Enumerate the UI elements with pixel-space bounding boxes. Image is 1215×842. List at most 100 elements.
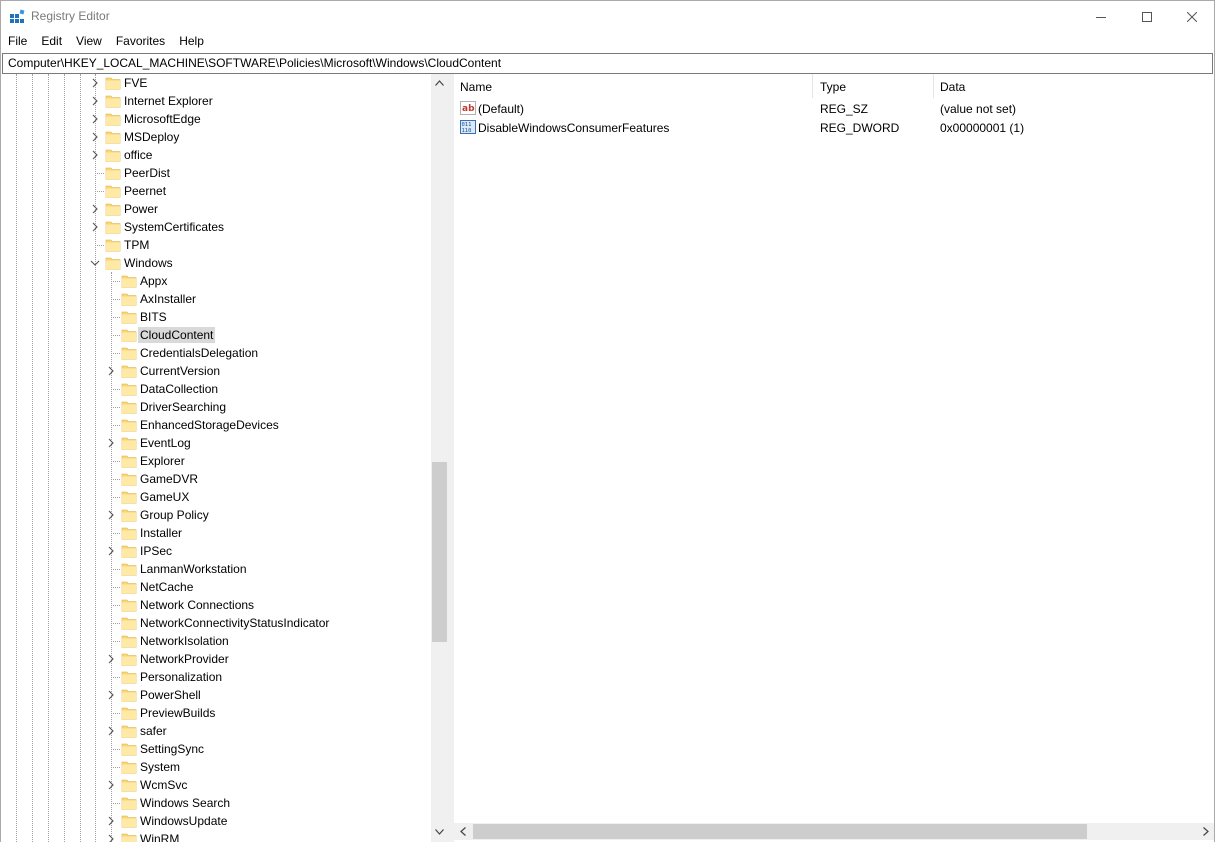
tree-item[interactable]: Network Connections <box>1 596 431 614</box>
title-bar[interactable]: Registry Editor <box>1 1 1214 32</box>
tree-item[interactable]: Appx <box>1 272 431 290</box>
tree-item[interactable]: PeerDist <box>1 164 431 182</box>
folder-icon <box>121 311 137 324</box>
tree-item[interactable]: GameDVR <box>1 470 431 488</box>
menu-file[interactable]: File <box>1 32 34 52</box>
tree-item[interactable]: Installer <box>1 524 431 542</box>
menu-edit[interactable]: Edit <box>34 32 69 52</box>
tree-item[interactable]: PowerShell <box>1 686 431 704</box>
tree-item[interactable]: NetworkConnectivityStatusIndicator <box>1 614 431 632</box>
tree-item[interactable]: WinRM <box>1 830 431 842</box>
menu-view[interactable]: View <box>69 32 109 52</box>
tree-item[interactable]: Personalization <box>1 668 431 686</box>
folder-icon <box>121 401 137 414</box>
tree-item[interactable]: MSDeploy <box>1 128 431 146</box>
tree-item-label: EnhancedStorageDevices <box>140 418 279 432</box>
expand-toggle[interactable] <box>90 150 100 160</box>
expand-toggle[interactable] <box>90 78 100 88</box>
tree-item[interactable]: MicrosoftEdge <box>1 110 431 128</box>
tree-item[interactable]: CloudContent <box>1 326 431 344</box>
scroll-left-button[interactable] <box>454 823 471 840</box>
tree-item[interactable]: GameUX <box>1 488 431 506</box>
tree-item-label: GameDVR <box>140 472 199 486</box>
expand-toggle[interactable] <box>90 114 100 124</box>
tree-item[interactable]: Group Policy <box>1 506 431 524</box>
tree-item[interactable]: System <box>1 758 431 776</box>
tree-item[interactable]: NetworkIsolation <box>1 632 431 650</box>
tree-item[interactable]: Explorer <box>1 452 431 470</box>
tree-item[interactable]: Windows Search <box>1 794 431 812</box>
minimize-button[interactable] <box>1078 1 1124 32</box>
tree-item[interactable]: CredentialsDelegation <box>1 344 431 362</box>
folder-icon <box>105 257 121 270</box>
expand-toggle[interactable] <box>106 654 116 664</box>
tree-item[interactable]: NetworkProvider <box>1 650 431 668</box>
tree-connector <box>111 533 120 534</box>
expand-toggle[interactable] <box>106 366 116 376</box>
tree-scroll-thumb[interactable] <box>432 462 447 642</box>
column-header-type[interactable]: Type <box>814 74 934 98</box>
tree-item[interactable]: DriverSearching <box>1 398 431 416</box>
tree-item[interactable]: CurrentVersion <box>1 362 431 380</box>
expand-toggle[interactable] <box>106 834 116 842</box>
tree-item[interactable]: NetCache <box>1 578 431 596</box>
tree-item[interactable]: WcmSvc <box>1 776 431 794</box>
expand-toggle[interactable] <box>90 96 100 106</box>
expand-toggle[interactable] <box>90 222 100 232</box>
tree-item[interactable]: Windows <box>1 254 431 272</box>
tree-item[interactable]: safer <box>1 722 431 740</box>
tree-item[interactable]: LanmanWorkstation <box>1 560 431 578</box>
address-bar[interactable]: Computer\HKEY_LOCAL_MACHINE\SOFTWARE\Pol… <box>2 53 1213 74</box>
folder-icon <box>121 743 137 756</box>
tree-item[interactable]: EnhancedStorageDevices <box>1 416 431 434</box>
expand-toggle[interactable] <box>106 780 116 790</box>
tree-item[interactable]: Power <box>1 200 431 218</box>
tree-item[interactable]: office <box>1 146 431 164</box>
tree-item[interactable]: FVE <box>1 74 431 92</box>
maximize-button[interactable] <box>1124 1 1170 32</box>
expand-toggle[interactable] <box>106 726 116 736</box>
window-title: Registry Editor <box>31 9 110 23</box>
chevron-down-icon <box>90 260 100 266</box>
tree-item-label: MicrosoftEdge <box>124 112 201 126</box>
tree-item[interactable]: WindowsUpdate <box>1 812 431 830</box>
tree-item[interactable]: SettingSync <box>1 740 431 758</box>
tree-item[interactable]: EventLog <box>1 434 431 452</box>
tree-item[interactable]: DataCollection <box>1 380 431 398</box>
tree-item[interactable]: PreviewBuilds <box>1 704 431 722</box>
expand-toggle[interactable] <box>106 816 116 826</box>
tree-item[interactable]: BITS <box>1 308 431 326</box>
expand-toggle[interactable] <box>90 132 100 142</box>
value-type: REG_SZ <box>820 102 869 116</box>
expand-toggle[interactable] <box>106 546 116 556</box>
column-header-data[interactable]: Data <box>934 74 1214 98</box>
scroll-down-button[interactable] <box>431 823 448 840</box>
tree-item[interactable]: SystemCertificates <box>1 218 431 236</box>
value-name: (Default) <box>478 102 525 116</box>
close-button[interactable] <box>1169 1 1215 32</box>
list-horizontal-scrollbar[interactable] <box>454 823 1214 840</box>
column-header-name[interactable]: Name <box>454 74 813 98</box>
tree-connector <box>111 389 120 390</box>
tree-connector <box>111 569 120 570</box>
menu-favorites[interactable]: Favorites <box>109 32 172 52</box>
folder-icon <box>121 293 137 306</box>
menu-help[interactable]: Help <box>172 32 211 52</box>
expand-toggle[interactable] <box>106 690 116 700</box>
tree-item[interactable]: AxInstaller <box>1 290 431 308</box>
scroll-right-button[interactable] <box>1197 823 1214 840</box>
folder-icon <box>121 545 137 558</box>
tree-item[interactable]: IPSec <box>1 542 431 560</box>
scroll-up-button[interactable] <box>431 74 448 91</box>
expand-toggle[interactable] <box>106 438 116 448</box>
tree-item[interactable]: TPM <box>1 236 431 254</box>
value-row[interactable]: 011 110 DisableWindowsConsumerFeatures R… <box>454 118 1214 137</box>
collapse-toggle[interactable] <box>90 258 100 268</box>
tree-vertical-scrollbar[interactable] <box>431 74 448 842</box>
value-row[interactable]: ab (Default) REG_SZ (value not set) <box>454 99 1214 118</box>
tree-item[interactable]: Peernet <box>1 182 431 200</box>
list-scroll-thumb[interactable] <box>473 824 1087 839</box>
tree-item[interactable]: Internet Explorer <box>1 92 431 110</box>
expand-toggle[interactable] <box>90 204 100 214</box>
expand-toggle[interactable] <box>106 510 116 520</box>
